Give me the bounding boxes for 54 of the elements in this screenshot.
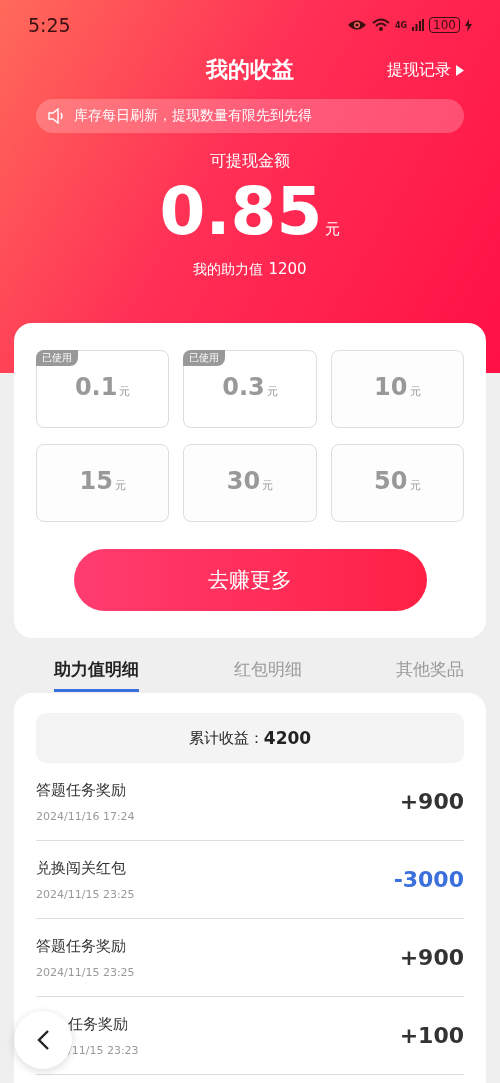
notice-text: 库存每日刷新，提现数量有限先到先得 bbox=[74, 107, 312, 125]
amount-option[interactable]: 30 元 bbox=[183, 444, 317, 522]
amount-option[interactable]: 50 元 bbox=[330, 444, 464, 522]
used-badge: 已使用 bbox=[36, 350, 78, 366]
option-unit: 元 bbox=[409, 478, 421, 493]
record-time: 2024/11/15 23:25 bbox=[36, 965, 135, 979]
record-time: 2024/11/16 17:24 bbox=[36, 809, 135, 823]
option-amount: 50 bbox=[374, 467, 408, 495]
record-title: 任务奖励 bbox=[68, 1014, 129, 1034]
record-title: 答题任务奖励 bbox=[36, 780, 127, 800]
option-amount: 15 bbox=[79, 467, 113, 495]
balance-unit: 元 bbox=[325, 220, 341, 239]
record-amount: +100 bbox=[399, 1023, 464, 1048]
record-time: 2024/11/15 23:25 bbox=[36, 887, 135, 901]
record-title: 兑换闯关红包 bbox=[36, 858, 127, 878]
balance-amount: 0.85 bbox=[159, 174, 323, 250]
record-amount: +900 bbox=[399, 789, 464, 814]
tab[interactable]: 红包明细 bbox=[233, 652, 302, 692]
tab[interactable]: 其他奖品 bbox=[396, 652, 464, 692]
record-amount: +900 bbox=[399, 945, 464, 970]
charging-icon bbox=[465, 18, 472, 32]
status-time: 5:25 bbox=[28, 14, 71, 36]
amount-option[interactable]: 已使用 0.1 元 bbox=[36, 350, 170, 428]
summary-value: 4200 bbox=[263, 728, 312, 748]
withdraw-record-link[interactable]: 提现记录 bbox=[387, 59, 464, 81]
option-unit: 元 bbox=[114, 478, 126, 493]
summary-label: 累计收益： bbox=[188, 728, 264, 748]
amount-option[interactable]: 已使用 0.3 元 bbox=[183, 350, 317, 428]
amount-option[interactable]: 10 元 bbox=[330, 350, 464, 428]
earn-more-button[interactable]: 去赚更多 bbox=[73, 549, 427, 611]
balance-label: 可提现金额 bbox=[210, 151, 290, 172]
eye-icon bbox=[346, 19, 367, 31]
help-value: 1200 bbox=[268, 260, 307, 278]
option-unit: 元 bbox=[266, 384, 278, 399]
option-amount: 30 bbox=[226, 467, 261, 495]
record-amount: -3000 bbox=[393, 867, 464, 892]
wifi-icon bbox=[371, 18, 390, 32]
option-unit: 元 bbox=[119, 384, 131, 399]
option-amount: 0.3 bbox=[222, 373, 265, 401]
battery-level: 100 bbox=[429, 17, 460, 33]
option-unit: 元 bbox=[409, 384, 421, 399]
amount-option[interactable]: 15 元 bbox=[36, 444, 170, 522]
option-amount: 0.1 bbox=[74, 373, 118, 401]
record-time: /11/15 23:23 bbox=[68, 1043, 139, 1057]
record-title: 答题任务奖励 bbox=[36, 936, 127, 956]
option-amount: 10 bbox=[374, 373, 408, 401]
page-title: 我的收益 bbox=[206, 56, 294, 84]
option-unit: 元 bbox=[262, 478, 274, 493]
signal-icon bbox=[412, 19, 425, 31]
help-value-label: 我的助力值 bbox=[193, 261, 264, 279]
back-icon bbox=[36, 1029, 50, 1051]
used-badge: 已使用 bbox=[183, 350, 226, 366]
network-label: 4G bbox=[394, 20, 408, 30]
caret-icon bbox=[456, 64, 464, 76]
